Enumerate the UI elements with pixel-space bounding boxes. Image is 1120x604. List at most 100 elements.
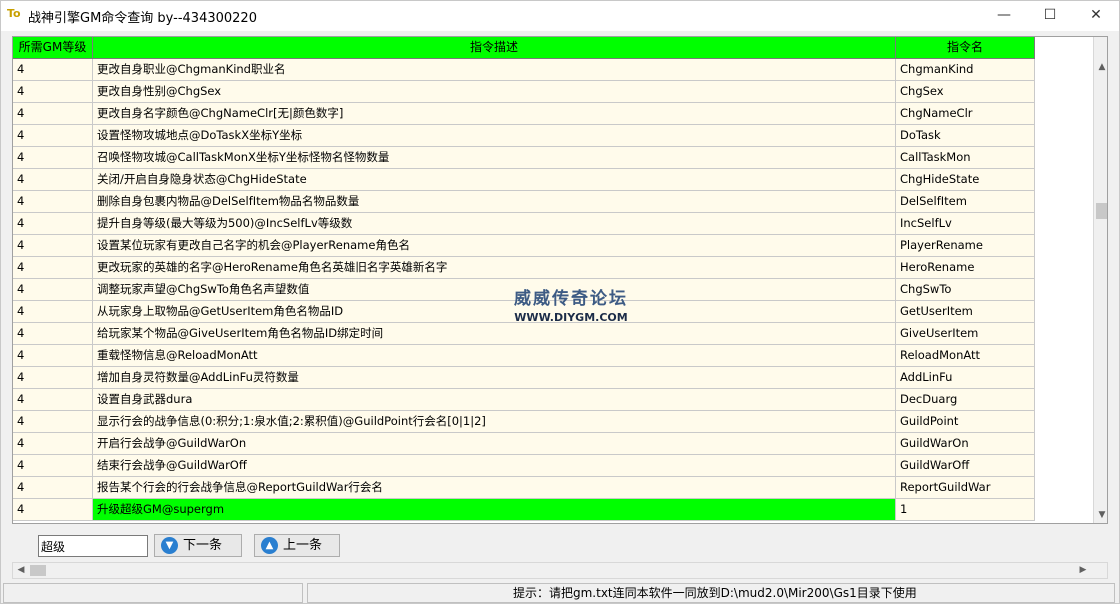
row-description[interactable]: 关闭/开启自身隐身状态@ChgHideState [93,169,896,191]
table-row[interactable]: 4 升级超级GM@supergm 1 [13,499,1093,521]
row-description[interactable]: 更改玩家的英雄的名字@HeroRename角色名英雄旧名字英雄新名字 [93,257,896,279]
row-description[interactable]: 设置自身武器dura [93,389,896,411]
row-description[interactable]: 更改自身性别@ChgSex [93,81,896,103]
row-description[interactable]: 更改自身职业@ChgmanKind职业名 [93,59,896,81]
table-row[interactable]: 4 结束行会战争@GuildWarOff GuildWarOff [13,455,1093,477]
row-description[interactable]: 设置某位玩家有更改自己名字的机会@PlayerRename角色名 [93,235,896,257]
table-row[interactable]: 4 给玩家某个物品@GiveUserItem角色名物品ID绑定时间 GiveUser… [13,323,1093,345]
row-command-name[interactable]: DecDuarg [896,389,1035,411]
table-row[interactable]: 4 增加自身灵符数量@AddLinFu灵符数量 AddLinFu [13,367,1093,389]
row-gm-level[interactable]: 4 [13,235,93,257]
header-command-name[interactable]: 指令名 [896,37,1035,59]
row-gm-level[interactable]: 4 [13,257,93,279]
row-description[interactable]: 升级超级GM@supergm [93,499,896,521]
scroll-up-icon[interactable]: ▲ [1094,59,1107,75]
row-description[interactable]: 结束行会战争@GuildWarOff [93,455,896,477]
row-command-name[interactable]: ReloadMonAtt [896,345,1035,367]
table-row[interactable]: 4 设置某位玩家有更改自己名字的机会@PlayerRename角色名 PlayerR… [13,235,1093,257]
row-command-name[interactable]: ChgmanKind [896,59,1035,81]
row-command-name[interactable]: ReportGuildWar [896,477,1035,499]
row-description[interactable]: 从玩家身上取物品@GetUserItem角色名物品ID [93,301,896,323]
table-row[interactable]: 4 关闭/开启自身隐身状态@ChgHideState ChgHideState [13,169,1093,191]
scroll-thumb[interactable] [1096,203,1107,219]
row-description[interactable]: 更改自身名字颜色@ChgNameClr[无|颜色数字] [93,103,896,125]
table-row[interactable]: 4 更改自身职业@ChgmanKind职业名 ChgmanKind [13,59,1093,81]
table-row[interactable]: 4 提升自身等级(最大等级为500)@IncSelfLv等级数 IncSelfLv [13,213,1093,235]
table-row[interactable]: 4 报告某个行会的行会战争信息@ReportGuildWar行会名 ReportGu… [13,477,1093,499]
table-row[interactable]: 4 召唤怪物攻城@CallTaskMonX坐标Y坐标怪物名怪物数量 CallTask… [13,147,1093,169]
scroll-right-icon[interactable]: ▶ [1075,563,1091,578]
row-description[interactable]: 召唤怪物攻城@CallTaskMonX坐标Y坐标怪物名怪物数量 [93,147,896,169]
row-command-name[interactable]: HeroRename [896,257,1035,279]
row-description[interactable]: 给玩家某个物品@GiveUserItem角色名物品ID绑定时间 [93,323,896,345]
row-gm-level[interactable]: 4 [13,477,93,499]
table-row[interactable]: 4 更改自身性别@ChgSex ChgSex [13,81,1093,103]
table-row[interactable]: 4 重载怪物信息@ReloadMonAtt ReloadMonAtt [13,345,1093,367]
row-gm-level[interactable]: 4 [13,103,93,125]
row-command-name[interactable]: GuildWarOn [896,433,1035,455]
row-description[interactable]: 删除自身包裹内物品@DelSelfItem物品名物品数量 [93,191,896,213]
header-gm-level[interactable]: 所需GM等级 [13,37,93,59]
table-row[interactable]: 4 显示行会的战争信息(0:积分;1:泉水值;2:累积值)@GuildPoint行… [13,411,1093,433]
command-grid[interactable]: 所需GM等级 指令描述 指令名 4 更改自身职业@ChgmanKind职业名 Chg… [12,36,1108,524]
row-gm-level[interactable]: 4 [13,499,93,521]
row-gm-level[interactable]: 4 [13,323,93,345]
row-command-name[interactable]: ChgHideState [896,169,1035,191]
row-description[interactable]: 设置怪物攻城地点@DoTaskX坐标Y坐标 [93,125,896,147]
row-command-name[interactable]: PlayerRename [896,235,1035,257]
row-command-name[interactable]: GetUserItem [896,301,1035,323]
row-description[interactable]: 重载怪物信息@ReloadMonAtt [93,345,896,367]
scroll-left-icon[interactable]: ◀ [13,563,29,578]
row-command-name[interactable]: 1 [896,499,1035,521]
row-gm-level[interactable]: 4 [13,279,93,301]
next-button[interactable]: ▼ 下一条 [154,534,242,557]
row-command-name[interactable]: GuildPoint [896,411,1035,433]
table-row[interactable]: 4 设置自身武器dura DecDuarg [13,389,1093,411]
row-description[interactable]: 提升自身等级(最大等级为500)@IncSelfLv等级数 [93,213,896,235]
row-command-name[interactable]: GuildWarOff [896,455,1035,477]
prev-button[interactable]: ▲ 上一条 [254,534,340,557]
row-command-name[interactable]: AddLinFu [896,367,1035,389]
row-gm-level[interactable]: 4 [13,213,93,235]
row-gm-level[interactable]: 4 [13,191,93,213]
row-description[interactable]: 调整玩家声望@ChgSwTo角色名声望数值 [93,279,896,301]
row-gm-level[interactable]: 4 [13,301,93,323]
row-gm-level[interactable]: 4 [13,81,93,103]
row-gm-level[interactable]: 4 [13,455,93,477]
row-gm-level[interactable]: 4 [13,411,93,433]
scroll-down-icon[interactable]: ▼ [1094,507,1107,523]
row-gm-level[interactable]: 4 [13,367,93,389]
row-command-name[interactable]: ChgSex [896,81,1035,103]
row-command-name[interactable]: ChgNameClr [896,103,1035,125]
table-row[interactable]: 4 设置怪物攻城地点@DoTaskX坐标Y坐标 DoTask [13,125,1093,147]
table-row[interactable]: 4 更改自身名字颜色@ChgNameClr[无|颜色数字] ChgNameClr [13,103,1093,125]
row-description[interactable]: 开启行会战争@GuildWarOn [93,433,896,455]
row-command-name[interactable]: ChgSwTo [896,279,1035,301]
row-gm-level[interactable]: 4 [13,345,93,367]
minimize-button[interactable]: — [981,1,1027,31]
table-row[interactable]: 4 删除自身包裹内物品@DelSelfItem物品名物品数量 DelSelfItem [13,191,1093,213]
search-input[interactable] [38,535,148,557]
table-row[interactable]: 4 更改玩家的英雄的名字@HeroRename角色名英雄旧名字英雄新名字 HeroR… [13,257,1093,279]
row-gm-level[interactable]: 4 [13,59,93,81]
row-gm-level[interactable]: 4 [13,389,93,411]
hscroll-thumb[interactable] [30,565,46,576]
row-command-name[interactable]: GiveUserItem [896,323,1035,345]
row-gm-level[interactable]: 4 [13,147,93,169]
row-description[interactable]: 显示行会的战争信息(0:积分;1:泉水值;2:累积值)@GuildPoint行会… [93,411,896,433]
header-description[interactable]: 指令描述 [93,37,896,59]
row-gm-level[interactable]: 4 [13,169,93,191]
close-button[interactable]: ✕ [1073,1,1119,31]
row-gm-level[interactable]: 4 [13,125,93,147]
horizontal-scrollbar[interactable]: ◀ ▶ [12,562,1108,579]
row-command-name[interactable]: DoTask [896,125,1035,147]
maximize-button[interactable]: ☐ [1027,1,1073,31]
row-command-name[interactable]: DelSelfItem [896,191,1035,213]
table-row[interactable]: 4 开启行会战争@GuildWarOn GuildWarOn [13,433,1093,455]
row-command-name[interactable]: CallTaskMon [896,147,1035,169]
row-command-name[interactable]: IncSelfLv [896,213,1035,235]
vertical-scrollbar[interactable]: ▲ ▼ [1093,37,1107,523]
row-description[interactable]: 报告某个行会的行会战争信息@ReportGuildWar行会名 [93,477,896,499]
row-gm-level[interactable]: 4 [13,433,93,455]
row-description[interactable]: 增加自身灵符数量@AddLinFu灵符数量 [93,367,896,389]
